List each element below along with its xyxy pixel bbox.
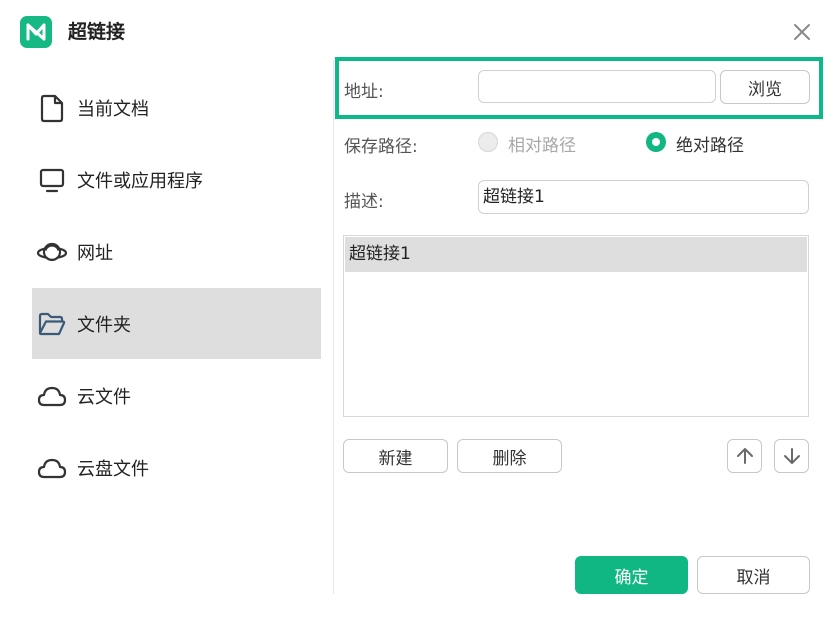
planet-icon: [36, 236, 68, 268]
new-link-button[interactable]: 新建: [343, 439, 448, 473]
cloud-drive-icon: [36, 452, 68, 484]
document-icon: [36, 92, 68, 124]
description-label: 描述:: [344, 192, 384, 212]
browse-button[interactable]: 浏览: [720, 70, 810, 104]
logo-mark: [26, 23, 46, 41]
cancel-button[interactable]: 取消: [697, 556, 810, 594]
app-logo-icon: [20, 16, 52, 48]
absolute-path-label: 绝对路径: [676, 136, 744, 156]
confirm-button[interactable]: 确定: [575, 556, 688, 594]
move-down-button[interactable]: [774, 439, 809, 473]
close-icon[interactable]: [790, 20, 814, 44]
sidebar-item-url[interactable]: 网址: [32, 216, 321, 287]
address-input[interactable]: [478, 70, 716, 103]
sidebar-item-current-document[interactable]: 当前文档: [32, 72, 321, 143]
sidebar-item-file-or-application[interactable]: 文件或应用程序: [32, 144, 321, 215]
monitor-icon: [36, 164, 68, 196]
sidebar-item-folder[interactable]: 文件夹: [32, 288, 321, 359]
title-bar: 超链接: [0, 0, 840, 60]
sidebar-item-label: 云盘文件: [77, 458, 149, 480]
arrow-down-icon: [783, 448, 800, 464]
sidebar-item-label: 文件或应用程序: [77, 170, 203, 192]
dialog-title: 超链接: [68, 21, 126, 43]
sidebar-item-label: 当前文档: [77, 98, 149, 120]
panel-divider: [333, 60, 334, 594]
sidebar-item-label: 云文件: [77, 386, 131, 408]
save-path-label: 保存路径:: [344, 137, 418, 157]
description-input[interactable]: 超链接1: [478, 180, 809, 214]
sidebar-item-cloud-drive-file[interactable]: 云盘文件: [32, 432, 321, 503]
relative-path-radio[interactable]: [478, 132, 498, 152]
sidebar-item-label: 文件夹: [77, 314, 131, 336]
folder-icon: [36, 308, 68, 340]
move-up-button[interactable]: [727, 439, 762, 473]
relative-path-label: 相对路径: [508, 136, 576, 156]
absolute-path-radio[interactable]: [646, 132, 666, 152]
sidebar-item-cloud-file[interactable]: 云文件: [32, 360, 321, 431]
list-item[interactable]: 超链接1: [345, 237, 807, 272]
arrow-up-icon: [736, 448, 753, 464]
cloud-icon: [36, 380, 68, 412]
hyperlink-list[interactable]: 超链接1: [343, 235, 809, 417]
sidebar-item-label: 网址: [77, 242, 113, 264]
delete-link-button[interactable]: 删除: [457, 439, 562, 473]
address-label: 地址:: [344, 82, 384, 102]
